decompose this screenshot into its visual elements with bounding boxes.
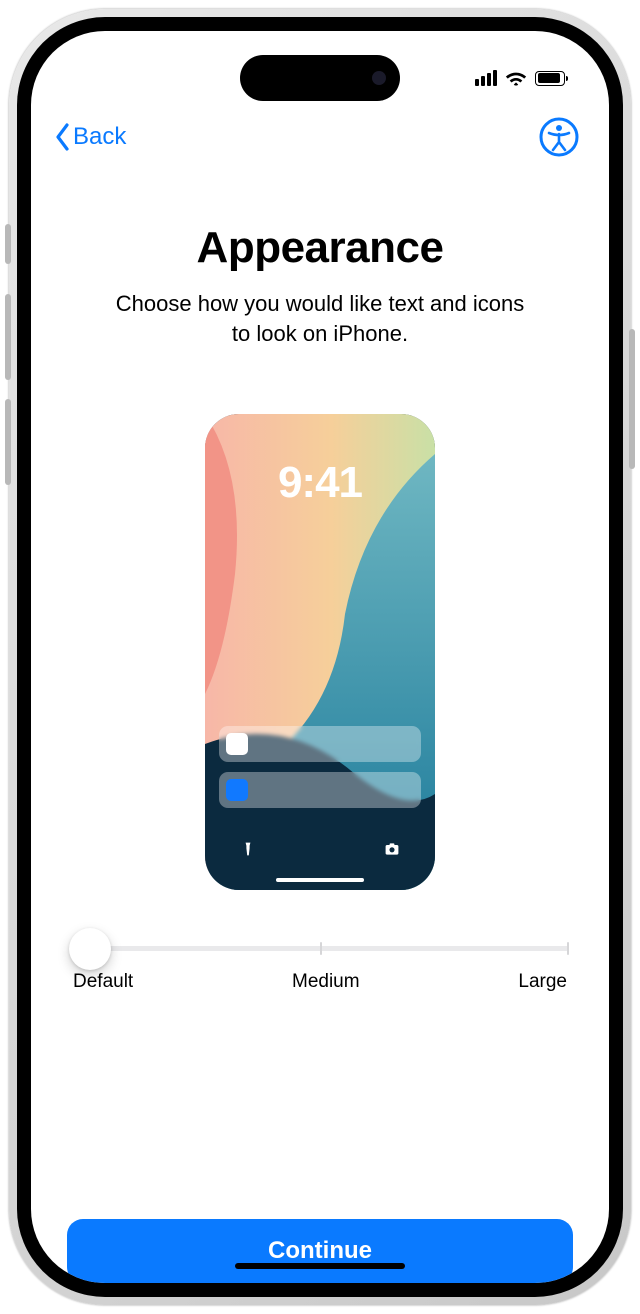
notification-app-icon	[226, 779, 248, 801]
volume-down-button	[5, 399, 11, 485]
slider-track	[71, 946, 569, 951]
home-indicator	[235, 1263, 405, 1269]
cellular-signal-icon	[475, 70, 497, 86]
home-indicator	[276, 878, 364, 882]
slider-tick	[320, 942, 322, 955]
slider-label-medium: Medium	[292, 971, 360, 993]
chevron-left-icon	[55, 123, 71, 151]
device-bezel: Back Appearance Choose how you would lik…	[17, 17, 623, 1297]
slider-thumb[interactable]	[69, 928, 111, 970]
back-button[interactable]: Back	[55, 123, 126, 151]
device-frame: Back Appearance Choose how you would lik…	[9, 9, 631, 1305]
wifi-icon	[505, 70, 527, 86]
slider-tick	[567, 942, 569, 955]
silence-switch	[5, 224, 11, 264]
volume-up-button	[5, 294, 11, 380]
lockscreen-preview: 9:41	[205, 414, 435, 890]
nav-bar: Back	[31, 107, 609, 177]
power-button	[629, 329, 635, 469]
slider-label-default: Default	[73, 971, 133, 993]
slider-label-large: Large	[518, 971, 567, 993]
accessibility-icon	[539, 117, 579, 157]
lockscreen-clock: 9:41	[205, 458, 435, 508]
continue-button[interactable]: Continue	[67, 1219, 573, 1283]
back-label: Back	[73, 123, 126, 151]
slider-labels: Default Medium Large	[71, 971, 569, 993]
page-title: Appearance	[197, 223, 444, 273]
text-size-slider[interactable]: Default Medium Large	[67, 946, 573, 993]
camera-icon	[379, 836, 405, 862]
preview-container: 9:41	[205, 414, 435, 890]
continue-label: Continue	[268, 1237, 372, 1265]
content: Appearance Choose how you would like tex…	[31, 177, 609, 1179]
notification-placeholder	[219, 726, 421, 762]
notification-app-icon	[226, 733, 248, 755]
notification-placeholder	[219, 772, 421, 808]
screen: Back Appearance Choose how you would lik…	[31, 31, 609, 1283]
accessibility-button[interactable]	[539, 117, 579, 157]
page-subtitle: Choose how you would like text and icons…	[105, 289, 535, 348]
battery-icon	[535, 71, 565, 86]
dynamic-island	[240, 55, 400, 101]
flashlight-icon	[235, 836, 261, 862]
